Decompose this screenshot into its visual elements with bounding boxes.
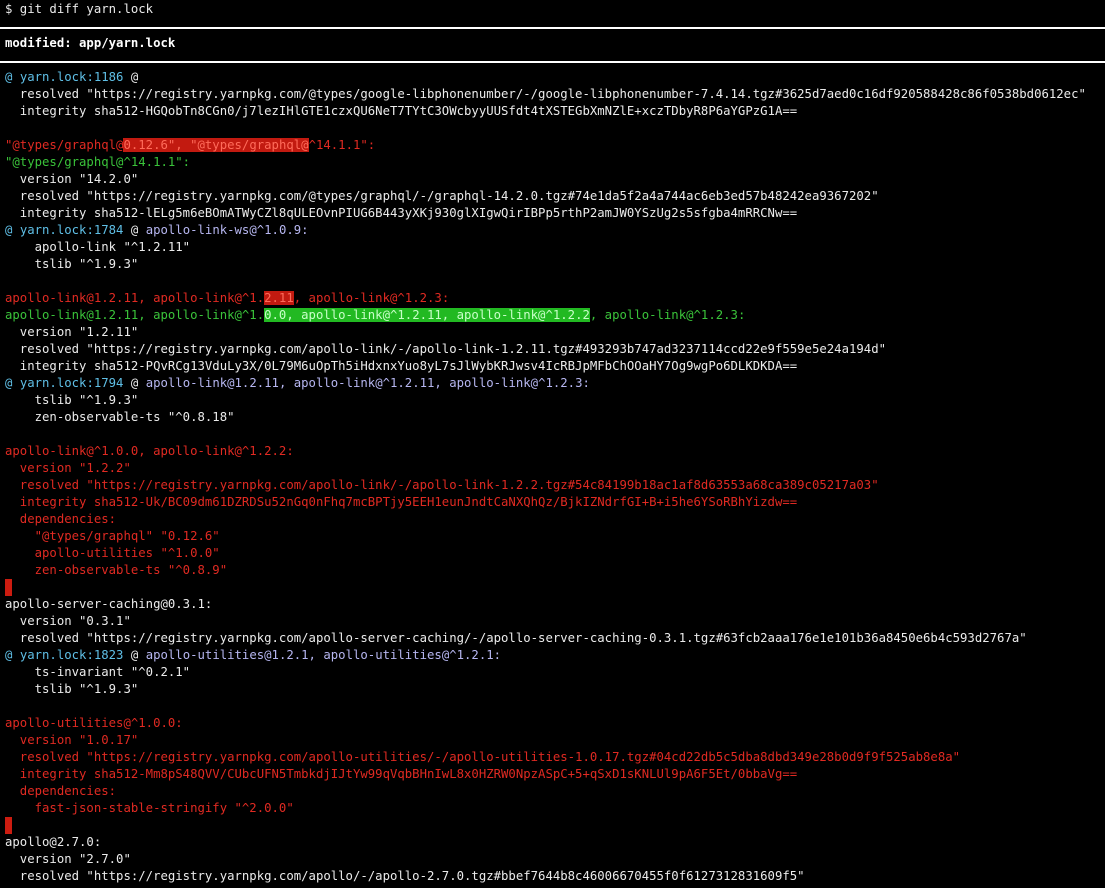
context-line: integrity sha512-HGQobTn8CGn0/j7lezIHlGT… — [5, 104, 798, 118]
hunk-marker: @ — [123, 223, 146, 237]
removed-line: dependencies: — [5, 512, 117, 526]
removed-text: apollo-link@1.2.11, apollo-link@^1. — [5, 291, 265, 305]
hunk-marker: @ — [5, 376, 20, 390]
hunk-location: yarn.lock:1823 — [19, 648, 124, 662]
added-highlight: 0.0, apollo-link@^1.2.11, apollo-link@^1… — [264, 308, 590, 322]
context-line: tslib "^1.9.3" — [5, 682, 139, 696]
hunk-context: apollo-utilities@1.2.1, apollo-utilities… — [145, 648, 502, 662]
removed-line: integrity sha512-Mm8pS48QVV/CUbcUFN5Tmbk… — [5, 767, 798, 781]
hunk-header: @ yarn.lock:1186 @ — [5, 69, 138, 86]
context-line: ts-invariant "^0.2.1" — [5, 665, 191, 679]
added-text: , apollo-link@^1.2.3: — [589, 308, 746, 322]
removed-blank-marker — [5, 579, 12, 596]
removed-line: integrity sha512-Uk/BC09dm61DZRDSu52nGq0… — [5, 495, 798, 509]
hunk-location: yarn.lock:1784 — [19, 223, 124, 237]
context-line: apollo-server-caching@0.3.1: — [5, 597, 213, 611]
removed-line: "@types/graphql" "0.12.6" — [5, 529, 220, 543]
hunk-marker: @ — [5, 223, 20, 237]
context-line: version "1.2.11" — [5, 325, 139, 339]
removed-highlight: 0.12.6 — [123, 138, 168, 152]
context-line: resolved "https://registry.yarnpkg.com/a… — [5, 342, 886, 356]
removed-text: , apollo-link@^1.2.3: — [293, 291, 450, 305]
context-line: zen-observable-ts "^0.8.18" — [5, 410, 235, 424]
context-line: tslib "^1.9.3" — [5, 393, 139, 407]
removed-line: apollo-utilities@^1.0.0: — [5, 716, 183, 730]
context-line: version "2.7.0" — [5, 852, 131, 866]
removed-line: apollo-link@1.2.11, apollo-link@^1.2.11,… — [5, 290, 449, 307]
context-line: resolved "https://registry.yarnpkg.com/@… — [5, 87, 1086, 101]
context-line: integrity sha512-PQvRCg13VduLy3X/0L79M6u… — [5, 359, 798, 373]
context-line: version "0.3.1" — [5, 614, 131, 628]
context-line: resolved "https://registry.yarnpkg.com/a… — [5, 869, 805, 883]
hunk-location: yarn.lock:1794 — [19, 376, 124, 390]
removed-text: ^14.1.1": — [308, 138, 376, 152]
removed-line: version "1.2.2" — [5, 461, 131, 475]
hunk-marker: @ — [5, 648, 20, 662]
context-line: apollo-link "^1.2.11" — [5, 240, 191, 254]
added-line: apollo-link@1.2.11, apollo-link@^1.0.0, … — [5, 307, 745, 324]
added-line: "@types/graphql@^14.1.1": — [5, 155, 191, 169]
removed-line: version "1.0.17" — [5, 733, 139, 747]
removed-line: resolved "https://registry.yarnpkg.com/a… — [5, 478, 879, 492]
context-line: version "14.2.0" — [5, 172, 139, 186]
removed-line: resolved "https://registry.yarnpkg.com/a… — [5, 750, 961, 764]
hunk-marker: @ — [123, 70, 139, 84]
hunk-marker: @ — [123, 376, 146, 390]
hunk-location: yarn.lock:1186 — [19, 70, 124, 84]
context-line: integrity sha512-lELg5m6eBOmATWyCZl8qULE… — [5, 206, 798, 220]
removed-line: apollo-link@^1.0.0, apollo-link@^1.2.2: — [5, 444, 294, 458]
context-line: resolved "https://registry.yarnpkg.com/@… — [5, 189, 879, 203]
removed-line: zen-observable-ts "^0.8.9" — [5, 563, 228, 577]
hunk-marker: @ — [123, 648, 146, 662]
hunk-marker: @ — [5, 70, 20, 84]
file-header: modified: app/yarn.lock — [5, 36, 176, 50]
removed-text: "@types/graphql@ — [5, 138, 124, 152]
removed-blank-marker — [5, 817, 12, 834]
removed-line: "@types/graphql@0.12.6", "@types/graphql… — [5, 137, 375, 154]
removed-line: dependencies: — [5, 784, 117, 798]
context-line: tslib "^1.9.3" — [5, 257, 139, 271]
removed-highlight: 2.11 — [264, 291, 294, 305]
context-line: apollo@2.7.0: — [5, 835, 102, 849]
hunk-context: apollo-link@1.2.11, apollo-link@^1.2.11,… — [145, 376, 590, 390]
command-prompt: $ git diff yarn.lock — [5, 2, 154, 16]
hunk-header: @ yarn.lock:1794 @ apollo-link@1.2.11, a… — [5, 375, 590, 392]
divider — [0, 61, 1105, 63]
hunk-context: apollo-link-ws@^1.0.9: — [145, 223, 309, 237]
added-text: apollo-link@1.2.11, apollo-link@^1. — [5, 308, 265, 322]
context-line: resolved "https://registry.yarnpkg.com/a… — [5, 631, 1027, 645]
terminal-window[interactable]: $ git diff yarn.lock modified: app/yarn.… — [0, 0, 1105, 888]
divider — [0, 27, 1105, 29]
removed-line: apollo-utilities "^1.0.0" — [5, 546, 220, 560]
hunk-header: @ yarn.lock:1784 @ apollo-link-ws@^1.0.9… — [5, 222, 309, 239]
hunk-header: @ yarn.lock:1823 @ apollo-utilities@1.2.… — [5, 647, 501, 664]
removed-highlight: ", "@types/graphql@ — [167, 138, 309, 152]
removed-line: fast-json-stable-stringify "^2.0.0" — [5, 801, 294, 815]
